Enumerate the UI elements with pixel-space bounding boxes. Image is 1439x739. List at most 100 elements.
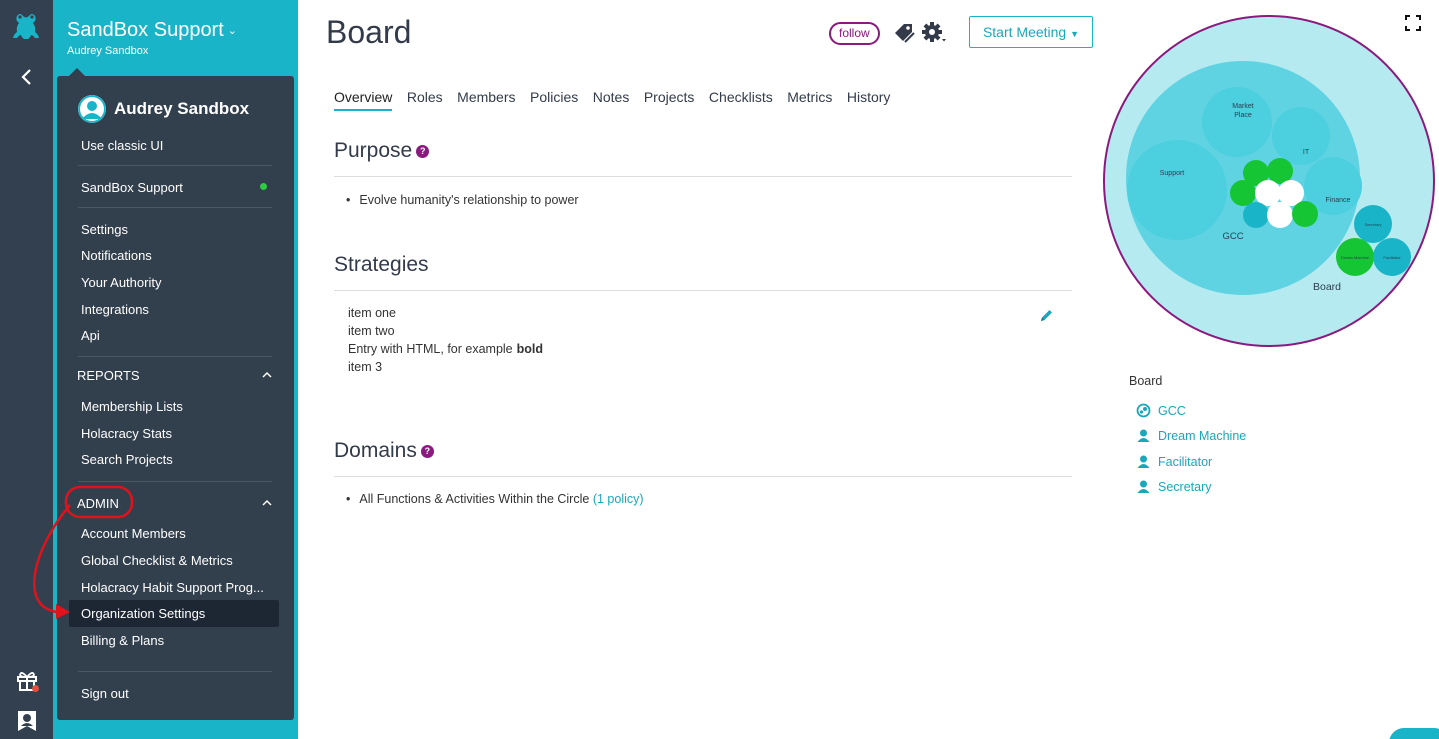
label-it: IT bbox=[1303, 149, 1310, 156]
notification-dot bbox=[32, 685, 39, 692]
section-divider bbox=[334, 290, 1072, 291]
role-node[interactable] bbox=[1243, 202, 1269, 228]
role-link-dream-machine[interactable]: Dream Machine bbox=[1136, 428, 1246, 443]
page-title: Board bbox=[326, 14, 412, 50]
menu-item-integrations[interactable]: Integrations bbox=[81, 302, 149, 317]
tag-icon[interactable] bbox=[892, 21, 916, 45]
domains-title: Domains? bbox=[334, 439, 434, 463]
label-facilitator: Facilitator bbox=[1383, 255, 1401, 260]
tab-overview[interactable]: Overview bbox=[334, 89, 393, 111]
online-status-dot bbox=[260, 183, 267, 190]
left-rail bbox=[0, 0, 53, 739]
menu-user-name: Audrey Sandbox bbox=[114, 99, 250, 118]
person-icon bbox=[1137, 455, 1150, 468]
support-circle[interactable] bbox=[1127, 140, 1227, 240]
label-dream-machine: Dream Machine bbox=[1341, 255, 1370, 260]
role-node[interactable] bbox=[1267, 158, 1293, 184]
menu-item-notifications[interactable]: Notifications bbox=[81, 248, 152, 263]
menu-item-membership-lists[interactable]: Membership Lists bbox=[81, 399, 183, 414]
tab-members[interactable]: Members bbox=[457, 89, 515, 111]
chevron-up-icon[interactable] bbox=[261, 369, 273, 381]
purpose-item: Evolve humanity's relationship to power bbox=[346, 193, 578, 207]
account-menu: Audrey Sandbox Use classic UI SandBox Su… bbox=[57, 68, 294, 720]
menu-item-organization-settings[interactable]: Organization Settings bbox=[81, 606, 205, 621]
strategy-item: Entry with HTML, for example bold bbox=[348, 342, 543, 356]
chevron-up-icon[interactable] bbox=[261, 497, 273, 509]
tab-bar: Overview Roles Members Policies Notes Pr… bbox=[334, 89, 905, 111]
menu-item-holacracy-stats[interactable]: Holacracy Stats bbox=[81, 426, 172, 441]
policy-link[interactable]: (1 policy) bbox=[593, 492, 644, 506]
domains-title-text: Domains bbox=[334, 439, 417, 462]
role-label: Dream Machine bbox=[1158, 428, 1247, 443]
start-meeting-button[interactable]: Start Meeting ▼ bbox=[969, 16, 1093, 48]
section-divider bbox=[334, 176, 1072, 177]
role-label: Secretary bbox=[1158, 479, 1212, 494]
sign-out-link[interactable]: Sign out bbox=[81, 686, 129, 701]
circle-icon bbox=[1136, 403, 1151, 418]
tab-history[interactable]: History bbox=[847, 89, 891, 111]
help-icon[interactable]: ? bbox=[416, 144, 430, 158]
org-item[interactable]: SandBox Support bbox=[81, 180, 183, 195]
pencil-icon[interactable] bbox=[1039, 308, 1054, 323]
user-badge-icon[interactable] bbox=[16, 709, 38, 733]
caret-down-icon: ⌄ bbox=[227, 25, 237, 38]
gear-icon[interactable] bbox=[921, 20, 947, 46]
strategy-item: item two bbox=[348, 324, 395, 338]
market-place-circle[interactable] bbox=[1202, 87, 1272, 157]
circle-map[interactable]: Market Place IT Support Finance GCC Boar… bbox=[1102, 14, 1436, 348]
menu-user[interactable]: Audrey Sandbox bbox=[78, 95, 249, 123]
domain-text: All Functions & Activities Within the Ci… bbox=[359, 492, 590, 506]
menu-item-search-projects[interactable]: Search Projects bbox=[81, 452, 173, 467]
tab-projects[interactable]: Projects bbox=[644, 89, 695, 111]
tab-roles[interactable]: Roles bbox=[407, 89, 443, 111]
menu-item-global-checklist[interactable]: Global Checklist & Metrics bbox=[81, 553, 233, 568]
chevron-left-icon[interactable] bbox=[16, 66, 38, 88]
strategies-title: Strategies bbox=[334, 253, 429, 276]
caret-down-icon: ▼ bbox=[1070, 29, 1080, 39]
person-icon bbox=[1137, 429, 1150, 442]
tab-metrics[interactable]: Metrics bbox=[787, 89, 832, 111]
tab-checklists[interactable]: Checklists bbox=[709, 89, 773, 111]
role-link-secretary[interactable]: Secretary bbox=[1136, 479, 1212, 494]
label-finance: Finance bbox=[1326, 197, 1351, 204]
org-switcher[interactable]: SandBox Support ⌄ bbox=[67, 19, 237, 42]
purpose-title-text: Purpose bbox=[334, 139, 413, 162]
main-content: Board follow Start Meeting ▼ Overview Ro… bbox=[298, 0, 1098, 739]
strategy-bold: bold bbox=[516, 342, 544, 356]
tab-policies[interactable]: Policies bbox=[530, 89, 578, 111]
role-link-facilitator[interactable]: Facilitator bbox=[1136, 454, 1212, 469]
label-secretary: Secretary bbox=[1364, 222, 1381, 227]
use-classic-ui-link[interactable]: Use classic UI bbox=[81, 138, 163, 153]
label-market: Market bbox=[1232, 103, 1253, 110]
tab-notes[interactable]: Notes bbox=[593, 89, 630, 111]
role-node[interactable] bbox=[1292, 201, 1318, 227]
menu-item-settings[interactable]: Settings bbox=[81, 222, 128, 237]
subcircle-link-gcc[interactable]: GCC bbox=[1136, 403, 1186, 418]
purpose-title: Purpose? bbox=[334, 139, 430, 163]
menu-item-holacracy-habit[interactable]: Holacracy Habit Support Prog... bbox=[81, 580, 264, 595]
menu-item-api[interactable]: Api bbox=[81, 328, 100, 343]
help-icon[interactable]: ? bbox=[420, 444, 434, 458]
role-node[interactable] bbox=[1230, 180, 1256, 206]
start-meeting-label: Start Meeting bbox=[982, 24, 1067, 40]
section-divider bbox=[334, 476, 1072, 477]
admin-section-header[interactable]: ADMIN bbox=[77, 496, 119, 511]
menu-item-account-members[interactable]: Account Members bbox=[81, 526, 186, 541]
app-root: SandBox Support ⌄ Audrey Sandbox Audrey S… bbox=[0, 0, 1439, 739]
menu-divider bbox=[78, 481, 272, 482]
it-circle[interactable] bbox=[1272, 107, 1330, 165]
menu-item-billing-plans[interactable]: Billing & Plans bbox=[81, 633, 164, 648]
reports-section-header[interactable]: REPORTS bbox=[77, 368, 140, 383]
frog-logo-icon[interactable] bbox=[9, 10, 43, 44]
subcircle-label: GCC bbox=[1158, 403, 1186, 418]
role-node[interactable] bbox=[1267, 202, 1293, 228]
label-place: Place bbox=[1234, 112, 1252, 119]
menu-item-your-authority[interactable]: Your Authority bbox=[81, 275, 161, 290]
gift-icon[interactable] bbox=[15, 668, 39, 692]
menu-divider bbox=[78, 356, 272, 357]
label-gcc: GCC bbox=[1222, 231, 1243, 242]
chat-widget[interactable] bbox=[1389, 728, 1439, 739]
org-user: Audrey Sandbox bbox=[67, 45, 149, 57]
follow-button[interactable]: follow bbox=[829, 22, 880, 45]
role-node[interactable] bbox=[1255, 180, 1281, 206]
